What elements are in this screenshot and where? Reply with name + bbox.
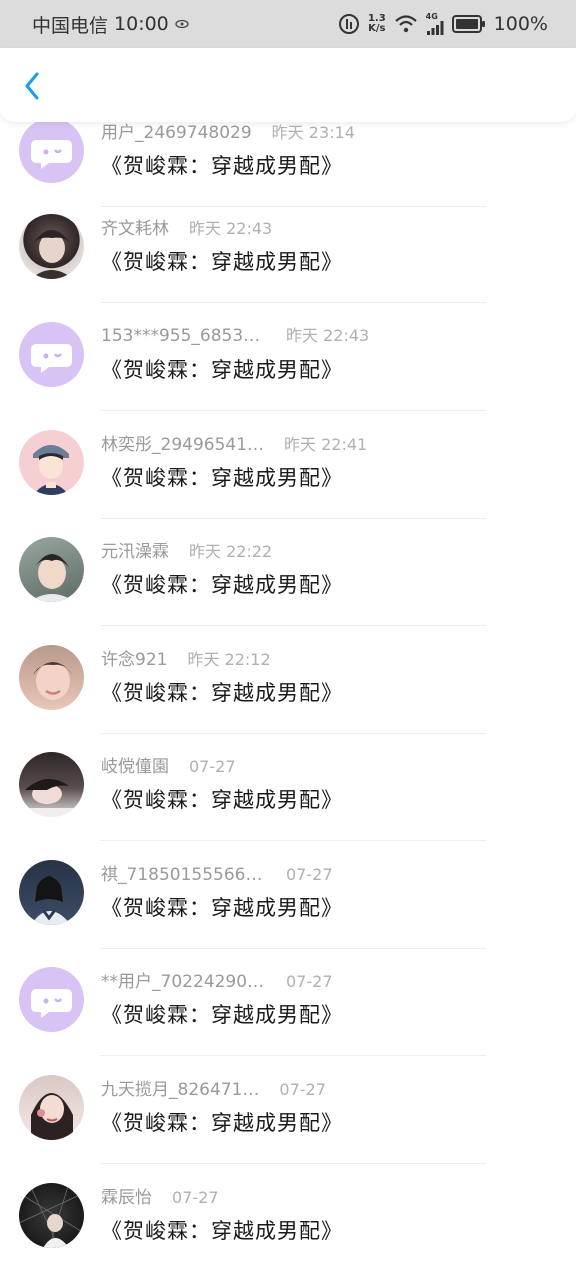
message-time: 昨天 22:43 <box>286 326 370 345</box>
message-time: 昨天 22:12 <box>187 650 271 669</box>
sender-name: 许念921 <box>101 650 168 670</box>
list-item[interactable]: 祺_718501555660… 07-27 《贺峻霖：穿越成男配》 <box>0 842 576 949</box>
list-item[interactable]: 153***955_685331… 昨天 22:43 《贺峻霖：穿越成男配》 <box>0 304 576 411</box>
status-bar: 中国电信 10:00 1.3 K/s 4G 100% <box>0 0 576 48</box>
avatar-figure <box>31 230 73 279</box>
list-item[interactable]: 霖辰怡 07-27 《贺峻霖：穿越成男配》 <box>0 1165 576 1272</box>
sender-name: 齐文耗林 <box>101 219 169 239</box>
message-time: 07-27 <box>172 1188 219 1207</box>
divider <box>100 410 486 411</box>
photo-avatar[interactable] <box>19 752 84 817</box>
message-text: 《贺峻霖：穿越成男配》 <box>101 896 343 920</box>
network-type: 4G <box>425 12 438 21</box>
photo-avatar[interactable] <box>19 645 84 710</box>
avatar-figure <box>19 1183 84 1248</box>
avatar-figure <box>29 554 75 602</box>
message-text: 《贺峻霖：穿越成男配》 <box>101 466 343 490</box>
sender-name: **用户_702242907… <box>101 972 266 992</box>
battery-icon <box>451 15 486 33</box>
message-time: 07-27 <box>189 757 236 776</box>
network-speed: 1.3 K/s <box>368 14 386 34</box>
message-time: 昨天 22:22 <box>189 542 273 561</box>
sender-name: 霖辰怡 <box>101 1188 152 1208</box>
list-item[interactable]: 岐傥僮園 07-27 《贺峻霖：穿越成男配》 <box>0 734 576 841</box>
list-item[interactable]: **用户_702242907… 07-27 《贺峻霖：穿越成男配》 <box>0 949 576 1056</box>
message-time: 07-27 <box>286 972 333 991</box>
chat-bubble-icon <box>31 140 72 169</box>
message-time: 昨天 22:41 <box>284 435 368 454</box>
avatar-figure <box>33 662 73 700</box>
carrier-name: 中国电信 <box>32 14 109 37</box>
list-item[interactable]: 九天揽月_826471… 07-27 《贺峻霖：穿越成男配》 <box>0 1057 576 1164</box>
message-text: 《贺峻霖：穿越成男配》 <box>101 154 343 178</box>
avatar-figure <box>31 1093 73 1140</box>
list-item[interactable]: 许念921 昨天 22:12 《贺峻霖：穿越成男配》 <box>0 627 576 734</box>
sender-name: 153***955_685331… <box>101 326 266 346</box>
message-time: 07-27 <box>279 1080 326 1099</box>
divider <box>100 1055 486 1056</box>
sender-name: 林奕彤_29496541… <box>101 435 265 455</box>
battery-level: 100% <box>493 13 548 35</box>
default-chat-avatar[interactable] <box>19 967 84 1032</box>
message-text: 《贺峻霖：穿越成男配》 <box>101 681 343 705</box>
data-saver-icon <box>338 13 360 35</box>
photo-avatar[interactable] <box>19 1075 84 1140</box>
default-chat-avatar[interactable] <box>19 322 84 387</box>
photo-avatar[interactable] <box>19 537 84 602</box>
clock-time: 10:00 <box>114 13 169 35</box>
wifi-icon <box>394 14 418 34</box>
divider <box>100 625 486 626</box>
cellular-signal-icon: 4G <box>426 13 444 35</box>
message-list[interactable]: 用户_2469748029 昨天 23:14 《贺峻霖：穿越成男配》 齐文耗林 … <box>0 0 576 1280</box>
message-text: 《贺峻霖：穿越成男配》 <box>101 788 343 812</box>
photo-avatar[interactable] <box>19 214 84 279</box>
sender-name: 岐傥僮園 <box>101 757 169 777</box>
top-nav-bar <box>0 48 576 122</box>
default-chat-avatar[interactable] <box>19 118 84 183</box>
photo-avatar[interactable] <box>19 860 84 925</box>
avatar-figure <box>31 876 71 925</box>
list-item[interactable]: 齐文耗林 昨天 22:43 《贺峻霖：穿越成男配》 <box>0 196 576 303</box>
divider <box>100 302 486 303</box>
avatar-figure <box>19 778 84 817</box>
list-item[interactable]: 林奕彤_29496541… 昨天 22:41 《贺峻霖：穿越成男配》 <box>0 412 576 519</box>
message-time: 昨天 22:43 <box>189 219 273 238</box>
message-time: 07-27 <box>286 865 333 884</box>
message-text: 《贺峻霖：穿越成男配》 <box>101 1003 343 1027</box>
message-text: 《贺峻霖：穿越成男配》 <box>101 573 343 597</box>
message-text: 《贺峻霖：穿越成男配》 <box>101 358 343 382</box>
sender-name: 祺_718501555660… <box>101 865 266 885</box>
message-text: 《贺峻霖：穿越成男配》 <box>101 250 343 274</box>
speed-unit: K/s <box>368 23 386 34</box>
photo-avatar[interactable] <box>19 1183 84 1248</box>
avatar-figure <box>33 445 69 495</box>
message-text: 《贺峻霖：穿越成男配》 <box>101 1111 343 1135</box>
divider <box>100 1163 486 1164</box>
sender-name: 九天揽月_826471… <box>101 1080 260 1100</box>
divider <box>100 840 486 841</box>
message-text: 《贺峻霖：穿越成男配》 <box>101 1219 343 1243</box>
cartoon-avatar[interactable] <box>19 430 84 495</box>
list-item[interactable]: 元汛澡霖 昨天 22:22 《贺峻霖：穿越成男配》 <box>0 519 576 626</box>
message-time: 昨天 23:14 <box>271 123 355 142</box>
back-button[interactable] <box>14 68 50 104</box>
chat-bubble-icon <box>31 989 72 1018</box>
notification-icon <box>175 18 189 30</box>
chevron-left-icon <box>25 72 39 100</box>
chat-bubble-icon <box>31 344 72 373</box>
sender-name: 元汛澡霖 <box>101 542 169 562</box>
